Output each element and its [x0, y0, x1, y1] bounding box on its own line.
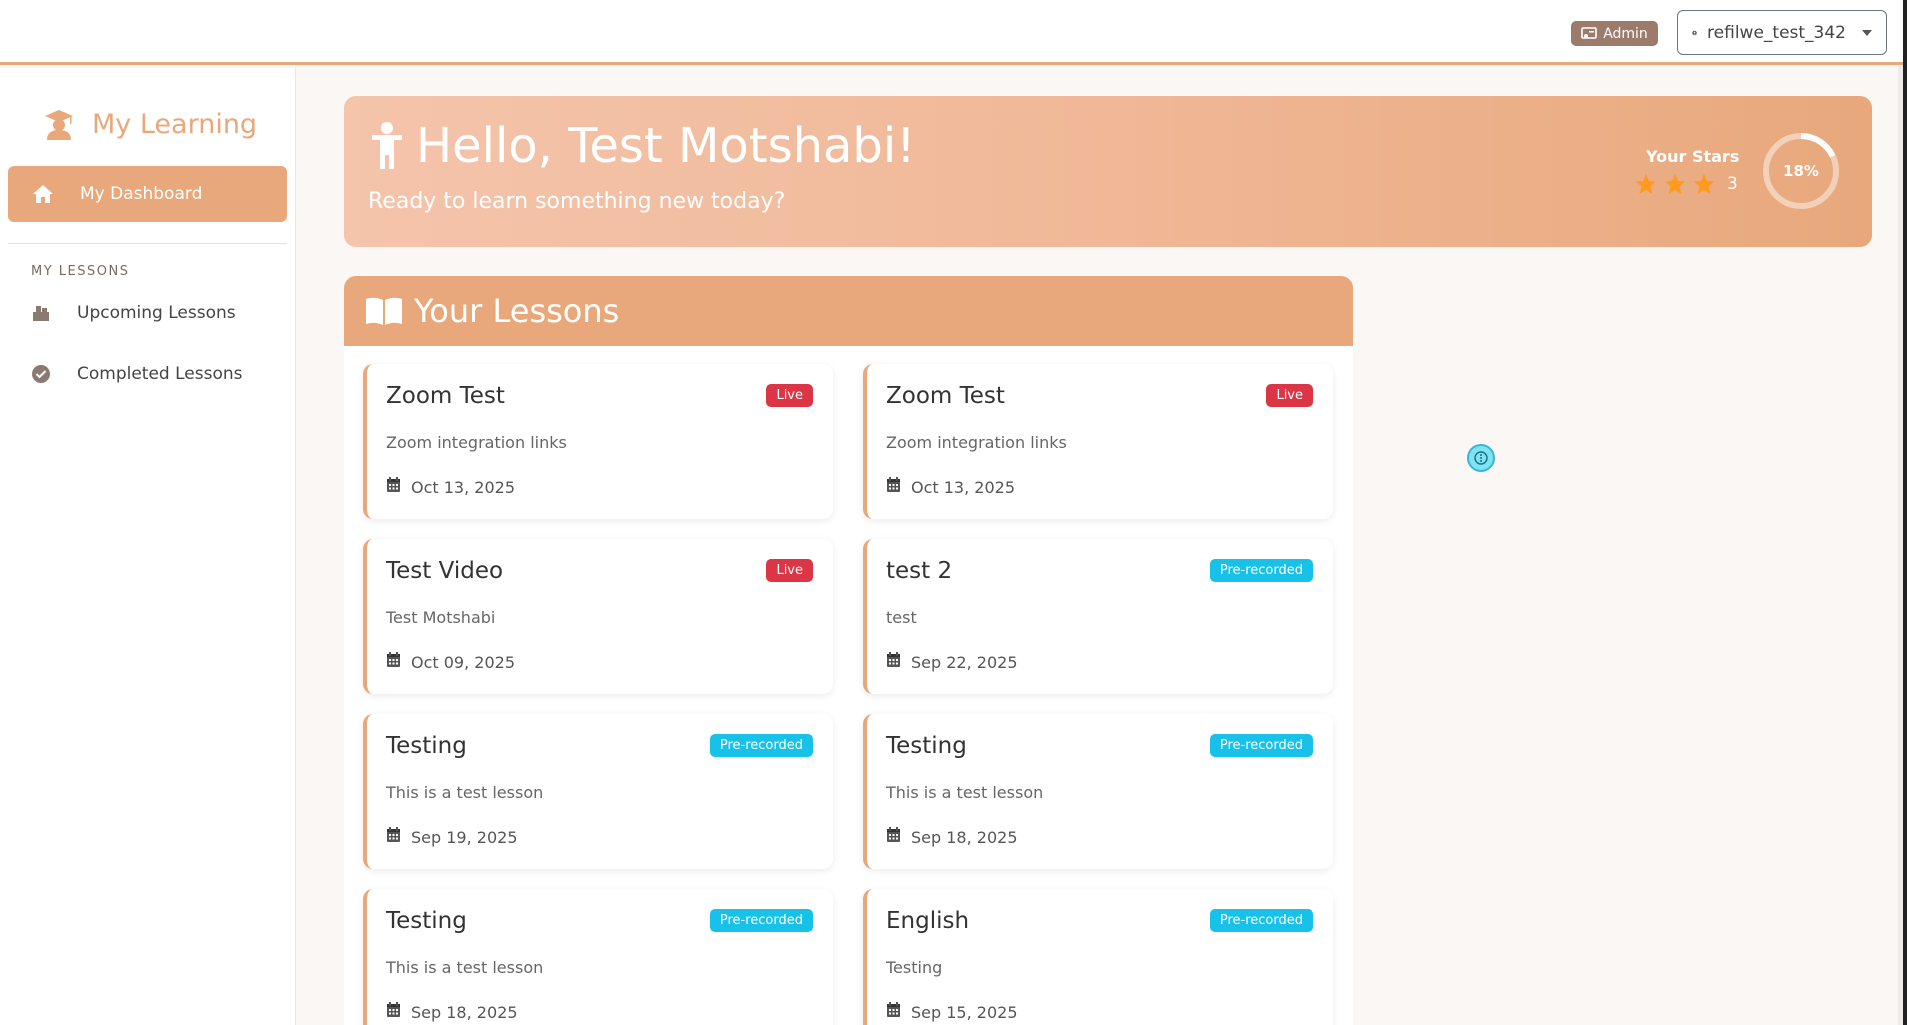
welcome-hero: Hello, Test Motshabi! Ready to learn som… [344, 96, 1872, 247]
sidebar-divider [8, 243, 287, 244]
progress-label: 18% [1783, 162, 1819, 180]
box-icon [33, 306, 49, 321]
lesson-date-text: Oct 09, 2025 [411, 652, 515, 672]
admin-badge[interactable]: Admin [1571, 21, 1658, 46]
star-icon [1636, 174, 1656, 194]
lesson-title: test 2 [886, 558, 953, 584]
progress-ring: 18% [1763, 133, 1839, 209]
lesson-card[interactable]: Zoom Test Live Zoom integration links Oct 1… [363, 364, 833, 519]
lesson-title: Test Video [386, 558, 504, 584]
lesson-date-text: Sep 18, 2025 [911, 827, 1018, 847]
sidebar-item-label: My Dashboard [80, 184, 203, 204]
admin-icon [1581, 26, 1597, 39]
lesson-date-text: Sep 19, 2025 [411, 827, 518, 847]
lesson-type-badge: Pre-recorded [1209, 734, 1313, 757]
lesson-title: Testing [386, 733, 467, 759]
lesson-card[interactable]: test 2 Pre-recorded test Sep 22, 2025 [863, 539, 1333, 694]
lesson-date-text: Sep 15, 2025 [911, 1002, 1018, 1022]
lesson-date: Oct 13, 2025 [386, 477, 515, 497]
lesson-title: Zoom Test [386, 383, 505, 409]
home-icon [33, 185, 53, 203]
sidebar-item-dashboard[interactable]: My Dashboard [8, 166, 287, 222]
stars-count: 3 [1727, 174, 1738, 194]
lesson-card[interactable]: English Pre-recorded Testing Sep 15, 2025 [863, 889, 1333, 1025]
lesson-card[interactable]: Test Video Live Test Motshabi Oct 09, 2025 [363, 539, 833, 694]
lessons-title: Your Lessons [414, 292, 620, 330]
window-edge [1903, 0, 1907, 1025]
calendar-icon [386, 652, 401, 672]
section-label: MY LESSONS [31, 264, 130, 279]
calendar-icon [886, 477, 901, 497]
lessons-header: Your Lessons [344, 276, 1353, 346]
lesson-date-text: Oct 13, 2025 [911, 477, 1015, 497]
calendar-icon [886, 827, 901, 847]
sidebar-item-label: Upcoming Lessons [77, 303, 236, 323]
lesson-card[interactable]: Testing Pre-recorded This is a test lesson… [863, 714, 1333, 869]
star-icon [1665, 174, 1685, 194]
lesson-date: Sep 18, 2025 [386, 1002, 518, 1022]
lesson-card[interactable]: Testing Pre-recorded This is a test lesson… [363, 714, 833, 869]
lesson-date: Sep 22, 2025 [886, 652, 1018, 672]
check-circle-icon [32, 365, 50, 383]
lesson-date: Sep 19, 2025 [386, 827, 518, 847]
drag-handle-icon[interactable] [1467, 444, 1495, 472]
vertical-dots-icon [1474, 451, 1488, 465]
calendar-icon [886, 1002, 901, 1022]
lesson-card[interactable]: Zoom Test Live Zoom integration links Oct 1… [863, 364, 1333, 519]
lesson-title: Zoom Test [886, 383, 1005, 409]
lesson-description: This is a test lesson [886, 783, 1044, 802]
lesson-title: Testing [886, 733, 967, 759]
calendar-icon [386, 1002, 401, 1022]
lesson-date-text: Oct 13, 2025 [411, 477, 515, 497]
star-icon [1694, 174, 1714, 194]
calendar-icon [386, 827, 401, 847]
lesson-type-badge: Live [1266, 384, 1313, 407]
chevron-down-icon [1862, 29, 1872, 36]
top-navbar: Admin refilwe_test_342 [0, 0, 1907, 65]
brand[interactable]: My Learning [44, 108, 257, 140]
user-menu-dropdown[interactable]: refilwe_test_342 [1677, 10, 1887, 55]
lesson-description: Zoom integration links [886, 433, 1067, 452]
calendar-icon [886, 652, 901, 672]
lesson-type-badge: Live [766, 384, 813, 407]
calendar-icon [386, 477, 401, 497]
lesson-description: Test Motshabi [386, 608, 496, 627]
greeting: Hello, Test Motshabi! [416, 118, 916, 174]
sidebar-item-label: Completed Lessons [77, 364, 243, 384]
graduate-icon [45, 110, 73, 140]
book-open-icon [366, 297, 402, 325]
user-circle-icon [1692, 30, 1697, 35]
child-icon [372, 122, 402, 169]
hero-title: Hello, Test Motshabi! [368, 118, 915, 174]
lesson-type-badge: Pre-recorded [709, 909, 813, 932]
lesson-type-badge: Pre-recorded [1209, 909, 1313, 932]
lesson-type-badge: Live [766, 559, 813, 582]
hero-subtitle: Ready to learn something new today? [368, 189, 786, 214]
lesson-type-badge: Pre-recorded [709, 734, 813, 757]
lesson-type-badge: Pre-recorded [1209, 559, 1313, 582]
admin-label: Admin [1603, 25, 1648, 42]
lesson-date-text: Sep 22, 2025 [911, 652, 1018, 672]
lesson-title: Testing [386, 908, 467, 934]
stars-label: Your Stars [1646, 147, 1740, 166]
sidebar: My Learning My Dashboard MY LESSONS Upco… [0, 68, 296, 1025]
lesson-date: Sep 15, 2025 [886, 1002, 1018, 1022]
lesson-title: English [886, 908, 970, 934]
lesson-date-text: Sep 18, 2025 [411, 1002, 518, 1022]
lesson-card[interactable]: Testing Pre-recorded This is a test lesson… [363, 889, 833, 1025]
lesson-date: Sep 18, 2025 [886, 827, 1018, 847]
lesson-description: test [886, 608, 917, 627]
lesson-description: Zoom integration links [386, 433, 567, 452]
brand-title: My Learning [92, 108, 258, 140]
sidebar-item-upcoming-lessons[interactable]: Upcoming Lessons [31, 303, 236, 323]
username: refilwe_test_342 [1707, 22, 1846, 43]
stars-rating: 3 [1634, 172, 1738, 196]
lesson-date: Oct 09, 2025 [386, 652, 515, 672]
lesson-date: Oct 13, 2025 [886, 477, 1015, 497]
lesson-description: Testing [886, 958, 943, 977]
lesson-description: This is a test lesson [386, 783, 544, 802]
lessons-panel: Your Lessons Zoom Test Live Zoom integrati… [344, 276, 1353, 1025]
sidebar-item-completed-lessons[interactable]: Completed Lessons [31, 364, 243, 384]
lesson-description: This is a test lesson [386, 958, 544, 977]
